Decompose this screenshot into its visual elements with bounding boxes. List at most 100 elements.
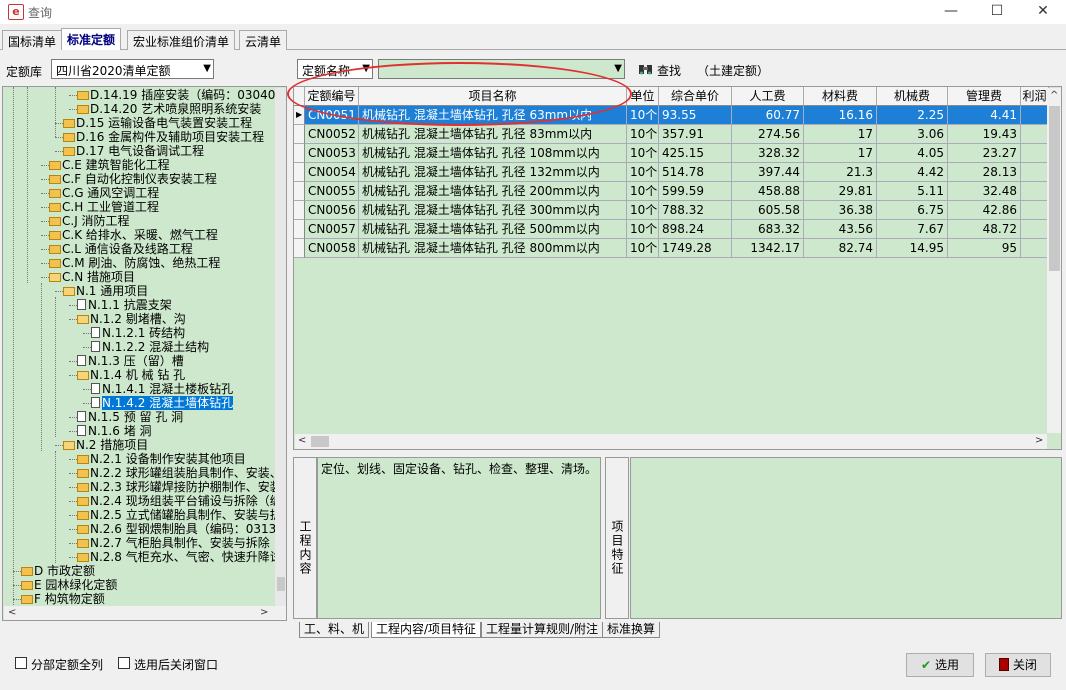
tree-node[interactable]: D 市政定额 <box>21 564 95 578</box>
tree-node[interactable]: N.2.1 设备制作安装其他项目 <box>77 452 246 466</box>
tree-node[interactable]: E 园林绿化定额 <box>21 578 117 592</box>
document-icon <box>77 299 86 310</box>
select-button[interactable]: ✔ 选用 <box>906 653 974 677</box>
column-header[interactable]: 利润 <box>1021 87 1049 106</box>
table-cell: 32.48 <box>948 182 1021 201</box>
scroll-right-icon[interactable]: > <box>1035 435 1043 446</box>
column-header[interactable]: 综合单价 <box>659 87 732 106</box>
tree-node[interactable]: N.2 措施项目 <box>63 438 148 452</box>
tree-node-label: D.17 电气设备调试工程 <box>76 144 205 158</box>
library-select[interactable]: 四川省2020清单定额 ▼ <box>51 59 214 79</box>
tree-node[interactable]: C.M 刷油、防腐蚀、绝热工程 <box>49 256 220 270</box>
tree-scroll-thumb[interactable] <box>277 577 285 591</box>
maximize-icon[interactable]: ☐ <box>974 0 1020 24</box>
minimize-icon[interactable]: — <box>928 0 974 24</box>
tree-node[interactable]: N.2.6 型钢煨制胎具（编码：0313010 <box>77 522 286 536</box>
table-cell: CN0056 <box>305 201 359 220</box>
tree-node[interactable]: D.16 金属构件及辅助项目安装工程 <box>63 130 264 144</box>
tree-horizontal-scrollbar[interactable]: < > <box>4 606 286 620</box>
tree-node[interactable]: N.1.6 堵 洞 <box>77 424 152 438</box>
close-icon[interactable]: ✕ <box>1020 0 1066 24</box>
tree-node[interactable]: C.K 给排水、采暖、燃气工程 <box>49 228 218 242</box>
tree-node[interactable]: N.2.4 现场组装平台铺设与拆除（编码 <box>77 494 286 508</box>
scroll-up-icon[interactable]: ^ <box>1050 90 1058 101</box>
grid-scroll-thumb[interactable] <box>1049 106 1060 271</box>
tree-node[interactable]: D.17 电气设备调试工程 <box>63 144 204 158</box>
tree-node-label: N.1.6 堵 洞 <box>88 424 152 438</box>
tab-labor-material-machine[interactable]: 工、料、机 <box>299 622 370 638</box>
tree-node[interactable]: N.1.4 机 械 钻 孔 <box>77 368 185 382</box>
tree-node[interactable]: C.N 措施项目 <box>49 270 135 284</box>
grid-vertical-scrollbar[interactable]: ^ <box>1047 88 1061 433</box>
column-header[interactable]: 机械费 <box>877 87 948 106</box>
tree-node[interactable]: N.1.5 预 留 孔 洞 <box>77 410 183 424</box>
folder-icon <box>63 133 75 142</box>
close-after-select-checkbox[interactable] <box>118 657 130 669</box>
feature-panel[interactable] <box>630 457 1062 619</box>
tab-standard-conversion[interactable]: 标准换算 <box>602 622 661 638</box>
tree-node-label: N.1.4 机 械 钻 孔 <box>90 368 186 382</box>
tree-node[interactable]: C.F 自动化控制仪表安装工程 <box>49 172 217 186</box>
column-header[interactable]: 材料费 <box>804 87 877 106</box>
column-header[interactable]: 管理费 <box>948 87 1021 106</box>
tree-node-label: N.2.7 气柜胎具制作、安装与拆除（编 <box>90 536 287 550</box>
tree-node[interactable]: N.1.3 压（留）槽 <box>77 354 184 368</box>
binoculars-icon[interactable] <box>638 62 654 76</box>
tree-node[interactable]: C.J 消防工程 <box>49 214 130 228</box>
tree-node[interactable]: N.2.7 气柜胎具制作、安装与拆除（编 <box>77 536 287 550</box>
column-header[interactable]: 人工费 <box>732 87 804 106</box>
folder-icon <box>77 315 89 324</box>
tree-node[interactable]: N.1.2.1 砖结构 <box>91 326 185 340</box>
tree-node[interactable]: N.1 通用项目 <box>63 284 148 298</box>
tree-node[interactable]: F 构筑物定额 <box>21 592 105 606</box>
tree-node[interactable]: N.2.5 立式储罐胎具制作、安装与拆除 <box>77 508 286 522</box>
tree-connector <box>83 403 91 404</box>
tree-vertical-scrollbar[interactable] <box>275 88 286 606</box>
table-cell: 48.72 <box>948 220 1021 239</box>
scroll-right-icon[interactable]: > <box>260 607 268 618</box>
tab-guobiao[interactable]: 国标清单 <box>2 30 63 50</box>
tree-node-label: E 园林绿化定额 <box>34 578 118 592</box>
table-cell <box>1021 106 1049 125</box>
scroll-left-icon[interactable]: < <box>8 607 16 618</box>
table-cell: 93.55 <box>659 106 732 125</box>
tree-connector <box>41 249 49 250</box>
find-button[interactable]: 查找 <box>657 62 681 79</box>
work-content-panel[interactable]: 定位、划线、固定设备、钻孔、检查、整理、清场。 <box>317 457 601 619</box>
tree-node[interactable]: N.2.3 球形罐焊接防护棚制作、安装、 <box>77 480 286 494</box>
tree-node[interactable]: D.15 运输设备电气装置安装工程 <box>63 116 252 130</box>
grid-hscroll-thumb[interactable] <box>311 436 329 447</box>
tree-connector <box>41 277 49 278</box>
tree-connector <box>55 123 63 124</box>
tree-node[interactable]: N.1.2.2 混凝土结构 <box>91 340 209 354</box>
tab-hongye[interactable]: 宏业标准组价清单 <box>127 30 236 50</box>
table-cell: 2.25 <box>877 106 948 125</box>
grid-horizontal-scrollbar[interactable]: < > <box>295 434 1047 449</box>
tab-calc-rules[interactable]: 工程量计算规则/附注 <box>481 622 604 638</box>
tree-node[interactable]: N.1.4.1 混凝土楼板钻孔 <box>91 382 233 396</box>
tree-node[interactable]: C.E 建筑智能化工程 <box>49 158 170 172</box>
show-all-checkbox[interactable] <box>15 657 27 669</box>
tree-node-label: C.G 通风空调工程 <box>62 186 160 200</box>
tree-node[interactable]: N.1.1 抗震支架 <box>77 298 172 312</box>
tree-node[interactable]: C.H 工业管道工程 <box>49 200 159 214</box>
table-cell: 458.88 <box>732 182 804 201</box>
tab-cloud[interactable]: 云清单 <box>239 30 288 50</box>
close-button[interactable]: 关闭 <box>985 653 1051 677</box>
tree-node[interactable]: N.2.8 气柜充水、气密、快速升降试验 <box>77 550 286 564</box>
tree-node[interactable]: D.14.19 插座安装（编码：03040403 <box>77 88 286 102</box>
document-icon <box>77 425 86 436</box>
quota-tree[interactable]: D.14.19 插座安装（编码：03040403 D.14.20 艺术喷泉照明系统… <box>2 86 287 621</box>
tree-connector <box>55 297 56 437</box>
column-header[interactable]: 单位 <box>627 87 659 106</box>
scroll-left-icon[interactable]: < <box>298 435 306 446</box>
quota-grid[interactable]: 定额编号 项目名称 单位 综合单价 人工费 材料费 机械费 管理费 利润 ▶ CN0051 机械钻孔 … <box>293 86 1062 450</box>
tree-node[interactable]: C.G 通风空调工程 <box>49 186 159 200</box>
tab-standard-quota[interactable]: 标准定额 <box>61 28 122 50</box>
tree-node[interactable]: N.1.4.2 混凝土墙体钻孔 <box>91 396 234 410</box>
tree-node[interactable]: C.L 通信设备及线路工程 <box>49 242 193 256</box>
tab-work-content[interactable]: 工程内容/项目特征 <box>371 622 482 638</box>
tree-node[interactable]: D.14.20 艺术喷泉照明系统安装 <box>77 102 261 116</box>
tree-node[interactable]: N.1.2 剔堵槽、沟 <box>77 312 186 326</box>
tree-node[interactable]: N.2.2 球形罐组装胎具制作、安装、拆 <box>77 466 286 480</box>
